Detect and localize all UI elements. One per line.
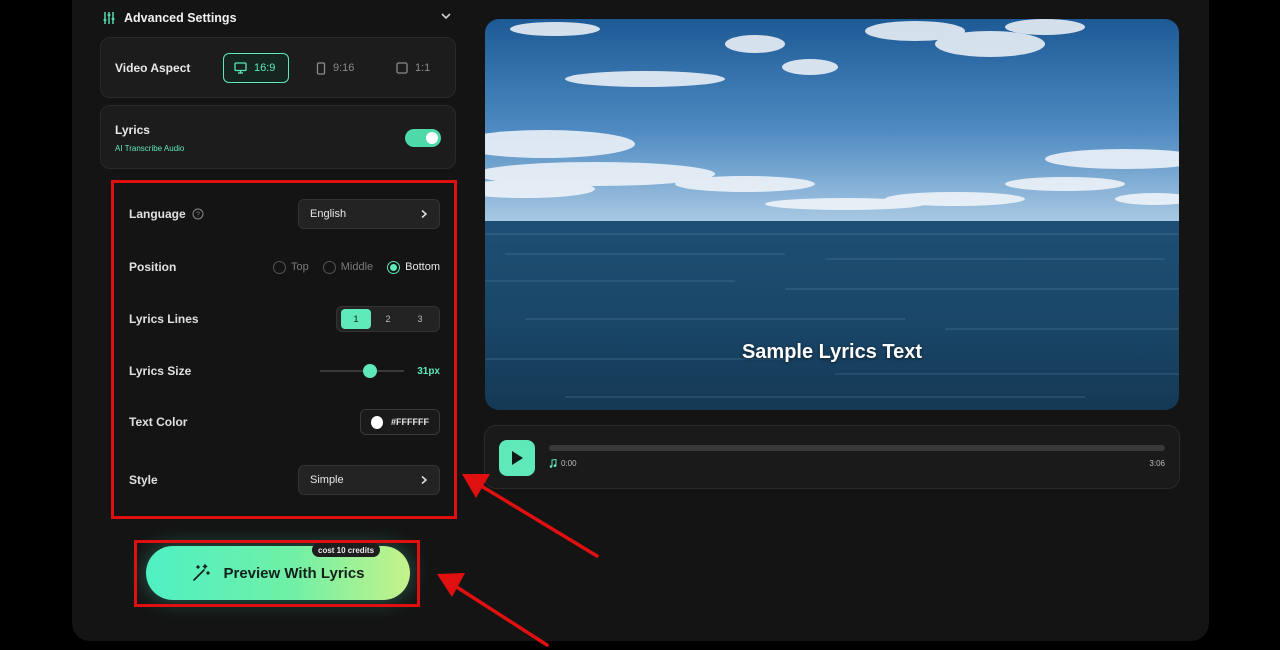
annotation-box-settings	[111, 180, 457, 519]
chevron-down-icon[interactable]	[440, 10, 452, 22]
lyrics-subtitle: AI Transcribe Audio	[115, 144, 185, 153]
square-icon	[396, 62, 408, 74]
play-icon	[512, 451, 523, 465]
aspect-option-label: 1:1	[415, 62, 431, 74]
aspect-option-9-16[interactable]: 9:16	[306, 53, 364, 83]
progress-track[interactable]	[549, 445, 1165, 451]
phone-icon	[316, 61, 326, 75]
music-note-icon	[549, 459, 557, 468]
monitor-icon	[234, 62, 247, 74]
advanced-settings-header[interactable]: Advanced Settings	[102, 7, 452, 29]
lyrics-card: Lyrics AI Transcribe Audio	[100, 105, 456, 169]
aspect-option-label: 16:9	[254, 62, 276, 74]
current-time-label: 0:00	[561, 459, 577, 468]
aspect-option-16-9[interactable]: 16:9	[223, 53, 289, 83]
duration-time: 3:06	[1149, 459, 1165, 468]
lyrics-overlay-text: Sample Lyrics Text	[741, 341, 923, 363]
aspect-option-1-1[interactable]: 1:1	[386, 53, 440, 83]
lyrics-toggle[interactable]	[405, 129, 441, 147]
video-aspect-card: Video Aspect 16:9 9:16 1:1	[100, 37, 456, 98]
current-time: 0:00	[549, 459, 577, 468]
sliders-icon	[103, 12, 115, 24]
annotation-box-preview	[134, 540, 420, 607]
audio-player: 0:00 3:06	[484, 425, 1180, 489]
play-button[interactable]	[499, 440, 535, 476]
advanced-settings-title: Advanced Settings	[124, 11, 237, 25]
video-preview: Sample Lyrics Text	[485, 19, 1179, 410]
video-aspect-label: Video Aspect	[115, 61, 191, 75]
lyrics-label: Lyrics	[115, 123, 150, 137]
aspect-option-label: 9:16	[333, 62, 355, 74]
